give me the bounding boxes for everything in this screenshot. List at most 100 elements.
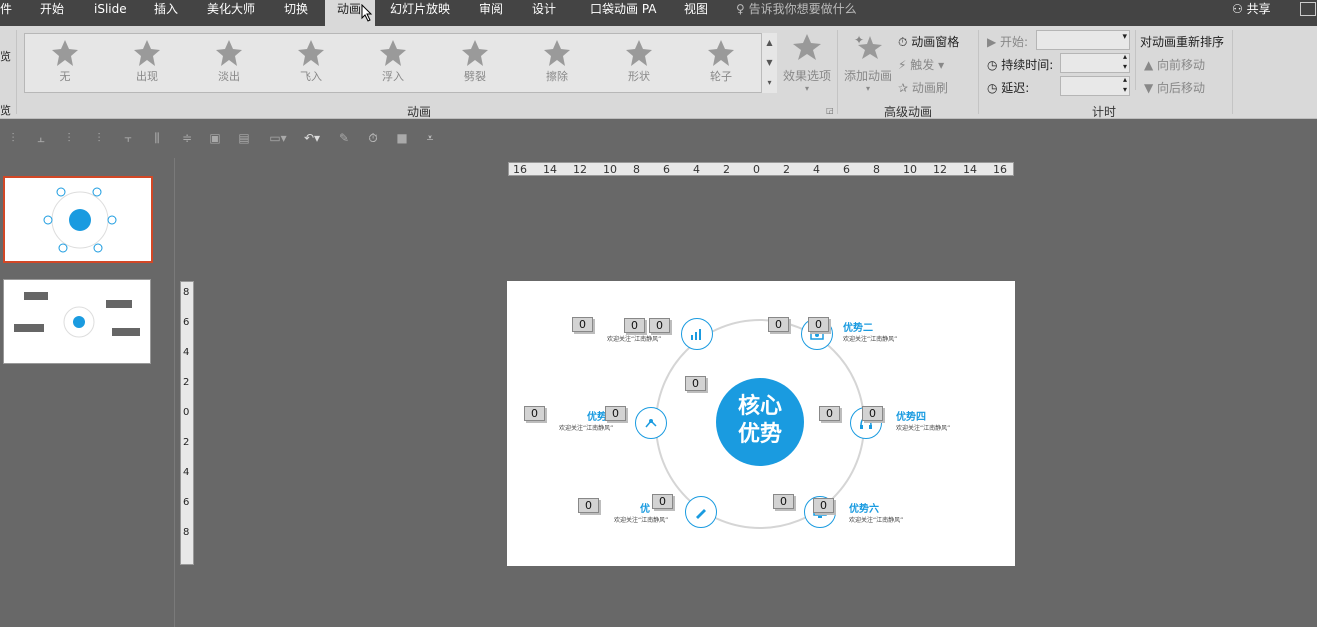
share-label: 共享 bbox=[1246, 2, 1271, 16]
align-right-icon[interactable]: ⫶ bbox=[62, 131, 76, 145]
ruler-tick-label: 16 bbox=[513, 163, 527, 176]
animation-order-badge[interactable]: 0 bbox=[768, 317, 789, 332]
animation-item-label: 飞入 bbox=[300, 70, 322, 83]
node-3[interactable] bbox=[635, 407, 667, 439]
distribute-vertical-icon[interactable]: ≑ bbox=[180, 131, 194, 145]
slide-thumbnail-2[interactable] bbox=[3, 279, 151, 364]
move-later-button[interactable]: ▼ 向后移动 bbox=[1144, 79, 1205, 96]
tab-transition[interactable]: 切换 bbox=[284, 0, 308, 26]
tab-meihua[interactable]: 美化大师 bbox=[207, 0, 255, 26]
tab-islide[interactable]: iSlide bbox=[94, 0, 127, 26]
animation-item-label: 浮入 bbox=[382, 70, 404, 83]
format-painter-icon[interactable]: ✎ bbox=[337, 131, 351, 145]
node-6-title: 优势六 bbox=[849, 504, 879, 515]
ungroup-icon[interactable]: ▤ bbox=[237, 131, 251, 145]
animation-order-badge[interactable]: 0 bbox=[862, 406, 883, 421]
core-circle[interactable]: 核心 优势 bbox=[716, 378, 804, 466]
gallery-more-icon[interactable]: ▾ bbox=[762, 73, 777, 93]
animation-order-badge[interactable]: 0 bbox=[649, 318, 670, 333]
ruler-tick-label: 4 bbox=[813, 163, 820, 176]
align-left-icon[interactable]: ⫶ bbox=[6, 131, 20, 145]
move-earlier-button[interactable]: ▲ 向前移动 bbox=[1144, 56, 1205, 73]
ribbon: 览 览 无出现 淡出 飞入 浮入 劈裂 擦除 形状 轮子 ▲ ▼ ▾ 效果选项 ▾ 动画 ◲ … bbox=[0, 26, 1317, 119]
animation-order-badge[interactable]: 0 bbox=[652, 494, 673, 509]
start-select[interactable]: ▾ bbox=[1036, 30, 1130, 50]
node-5[interactable] bbox=[685, 496, 717, 528]
tab-slideshow[interactable]: 幻灯片放映 bbox=[390, 0, 450, 26]
effect-options-button[interactable]: 效果选项 ▾ bbox=[781, 32, 833, 93]
delay-label: ◷ 延迟: bbox=[987, 81, 1030, 95]
slide-thumbnail-1[interactable] bbox=[3, 176, 153, 263]
share-button[interactable]: ⚇ 共享 bbox=[1232, 0, 1271, 22]
tab-design[interactable]: 设计 bbox=[532, 0, 556, 26]
animation-star-split-item[interactable]: 劈裂 bbox=[441, 34, 509, 92]
slide-canvas[interactable]: 核心 优势 欢迎关注“江南静风” 优势二 欢迎关注“江南静风” 优势 欢迎关注“… bbox=[507, 281, 1015, 566]
animation-item-label: 形状 bbox=[628, 70, 650, 83]
star-fade-icon bbox=[216, 40, 242, 66]
satellite-dish-icon bbox=[645, 419, 657, 428]
align-top-icon[interactable]: ⫟ bbox=[121, 131, 135, 145]
dialog-launcher-icon[interactable]: ◲ bbox=[826, 106, 834, 115]
align-center-icon[interactable]: ⫶ bbox=[92, 131, 106, 145]
tab-file[interactable]: 件 bbox=[0, 0, 14, 26]
animation-star-fly-item[interactable]: 飞入 bbox=[277, 34, 345, 92]
pen-icon bbox=[696, 509, 706, 519]
comment-icon[interactable] bbox=[1300, 2, 1316, 16]
ruler-tick-label: 14 bbox=[543, 163, 557, 176]
undo-icon[interactable]: ↶▾ bbox=[299, 131, 325, 145]
animation-order-badge[interactable]: 0 bbox=[572, 317, 593, 332]
animation-star-wipe-item[interactable]: 擦除 bbox=[523, 34, 591, 92]
animation-star-wheel-item[interactable]: 轮子 bbox=[687, 34, 755, 92]
gallery-down-icon[interactable]: ▼ bbox=[762, 53, 777, 73]
ruler-tick-label: 2 bbox=[183, 377, 190, 388]
animation-order-badge[interactable]: 0 bbox=[813, 498, 834, 513]
ruler-tick-label: 4 bbox=[693, 163, 700, 176]
tab-review[interactable]: 审阅 bbox=[479, 0, 503, 26]
node-5-sub: 欢迎关注“江南静风” bbox=[614, 517, 669, 524]
delay-spinner[interactable]: ▴ ▾ bbox=[1060, 75, 1130, 96]
animation-order-badge[interactable]: 0 bbox=[605, 406, 626, 421]
tab-pocket-animation[interactable]: 口袋动画 PA bbox=[590, 0, 657, 26]
animation-star-float-item[interactable]: 浮入 bbox=[359, 34, 427, 92]
animation-star-fade-item[interactable]: 淡出 bbox=[195, 34, 263, 92]
reorder-label: 对动画重新排序 bbox=[1140, 35, 1225, 49]
shape-icon[interactable]: ■ bbox=[395, 131, 409, 145]
animation-pane-button[interactable]: ⏱ 动画窗格 bbox=[898, 33, 959, 50]
animation-star-none-item[interactable]: 无 bbox=[31, 34, 99, 92]
tell-me-box[interactable]: ♀ 告诉我你想要做什么 bbox=[736, 0, 857, 22]
node-1[interactable] bbox=[681, 318, 713, 350]
ruler-tick-label: 6 bbox=[663, 163, 670, 176]
animation-order-badge[interactable]: 0 bbox=[685, 376, 706, 391]
preview-cut-label[interactable]: 览 bbox=[0, 48, 11, 64]
animation-gallery[interactable]: 无 出现 淡出 飞入 浮入 劈裂 擦除 形状 轮子 bbox=[24, 33, 777, 93]
gallery-up-icon[interactable]: ▲ bbox=[762, 33, 777, 53]
effect-options-label: 效果选项 bbox=[782, 69, 831, 83]
tab-insert[interactable]: 插入 bbox=[154, 0, 178, 26]
ruler-tick-label: 8 bbox=[633, 163, 640, 176]
ruler-tick-label: 14 bbox=[963, 163, 977, 176]
animation-star-shape-item[interactable]: 形状 bbox=[605, 34, 673, 92]
customize-qat-icon[interactable]: ⩡ bbox=[423, 131, 437, 145]
animation-order-badge[interactable]: 0 bbox=[624, 318, 645, 333]
group-icon[interactable]: ▣ bbox=[208, 131, 222, 145]
textbox-icon[interactable]: ▭▾ bbox=[266, 131, 290, 145]
animation-painter-button[interactable]: ✰ 动画刷 bbox=[898, 79, 948, 96]
animation-order-badge[interactable]: 0 bbox=[524, 406, 545, 421]
tab-view[interactable]: 视图 bbox=[684, 0, 708, 26]
animation-star-appear-item[interactable]: 出现 bbox=[113, 34, 181, 92]
add-animation-button[interactable]: ✦ 添加动画 ▾ bbox=[842, 32, 894, 93]
duration-spinner[interactable]: ▴ ▾ bbox=[1060, 52, 1130, 73]
effect-star-icon bbox=[793, 34, 821, 60]
tab-home[interactable]: 开始 bbox=[40, 0, 64, 26]
animation-order-badge[interactable]: 0 bbox=[819, 406, 840, 421]
align-bottom-icon[interactable]: ⫠ bbox=[34, 131, 48, 145]
distribute-icon[interactable]: ⫼ bbox=[150, 131, 164, 145]
gallery-scroll[interactable]: ▲ ▼ ▾ bbox=[761, 33, 777, 93]
animation-order-badge[interactable]: 0 bbox=[578, 498, 599, 513]
ruler-tick-label: 6 bbox=[843, 163, 850, 176]
animation-order-badge[interactable]: 0 bbox=[773, 494, 794, 509]
animation-order-badge[interactable]: 0 bbox=[808, 317, 829, 332]
trigger-button[interactable]: ⚡ 触发 ▾ bbox=[898, 56, 944, 73]
ruler-tick-label: 10 bbox=[903, 163, 917, 176]
animation-pane-qa-icon[interactable]: ⏱ bbox=[366, 131, 380, 145]
